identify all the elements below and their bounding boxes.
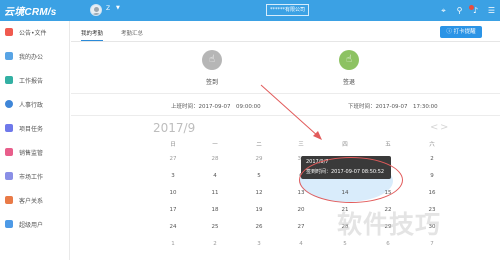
calendar-day[interactable]: 7 — [423, 241, 441, 247]
calendar-day[interactable]: 4 — [206, 173, 224, 179]
calendar-day[interactable]: 2 — [206, 241, 224, 247]
office-icon — [5, 52, 13, 60]
sign-out-time: 下班时间：2017-09-07 17:30:00 — [348, 104, 438, 110]
punch-reminder-button[interactable]: ⓘ 打卡提醒 — [440, 26, 482, 38]
calendar-day[interactable]: 11 — [206, 190, 224, 196]
calendar-day[interactable]: 3 — [250, 241, 268, 247]
sales-icon — [5, 148, 13, 156]
weekday-header: 日 — [170, 142, 176, 148]
next-month-icon[interactable]: > — [440, 122, 448, 133]
search-icon[interactable]: ⚲ — [454, 5, 465, 16]
chevron-down-icon[interactable]: ▼ — [116, 5, 120, 11]
sidebar-item-label: 我的办公 — [19, 54, 44, 61]
sign-out-button[interactable]: ☝ — [339, 50, 359, 70]
sidebar-item-label: 人事行政 — [19, 102, 44, 109]
calendar-day[interactable]: 1 — [164, 241, 182, 247]
calendar-day[interactable]: 27 — [292, 224, 310, 230]
calendar-month: 2017/9 — [153, 121, 196, 135]
calendar-day[interactable]: 2 — [423, 156, 441, 162]
weekday-header: 四 — [342, 142, 348, 148]
calendar-day[interactable]: 26 — [250, 224, 268, 230]
sidebar-item-super-user[interactable]: 超级用户 — [0, 213, 70, 237]
calendar-day[interactable]: 4 — [292, 241, 310, 247]
hand-icon: ☝ — [345, 54, 353, 65]
divider — [71, 115, 500, 116]
calendar-day[interactable]: 27 — [164, 156, 182, 162]
weekday-header: 三 — [298, 142, 304, 148]
user-name[interactable]: Z — [106, 5, 110, 12]
weekday-header: 二 — [256, 142, 262, 148]
weekday-header: 一 — [212, 142, 218, 148]
sidebar: 公告•文件 我的办公 工作报告 人事行政 项目任务 销售监管 市场工作 客户关系… — [0, 21, 70, 260]
annotation-ellipse — [299, 157, 403, 203]
sidebar-item-customers[interactable]: 客户关系 — [0, 189, 70, 213]
calendar-day[interactable]: 29 — [250, 156, 268, 162]
sidebar-item-label: 超级用户 — [19, 222, 44, 229]
calendar-day[interactable]: 19 — [250, 207, 268, 213]
calendar-day[interactable]: 28 — [206, 156, 224, 162]
calendar-day[interactable]: 20 — [292, 207, 310, 213]
customer-icon — [5, 196, 13, 204]
hand-icon: ☝ — [208, 54, 216, 65]
calendar-day[interactable]: 24 — [164, 224, 182, 230]
superuser-icon — [5, 220, 13, 228]
sidebar-item-label: 项目任务 — [19, 126, 44, 133]
calendar-day[interactable]: 10 — [164, 190, 182, 196]
calendar-day[interactable]: 5 — [336, 241, 354, 247]
notification-badge — [469, 5, 474, 10]
sidebar-item-my-office[interactable]: 我的办公 — [0, 45, 70, 69]
sidebar-item-hr-admin[interactable]: 人事行政 — [0, 93, 70, 117]
location-icon[interactable]: ⌖ — [438, 5, 449, 16]
sidebar-item-label: 公告•文件 — [19, 30, 47, 37]
calendar-day[interactable]: 25 — [206, 224, 224, 230]
sidebar-item-label: 市场工作 — [19, 174, 44, 181]
calendar-day[interactable]: 18 — [206, 207, 224, 213]
sidebar-item-sales-supervision[interactable]: 销售监管 — [0, 141, 70, 165]
menu-icon[interactable]: ☰ — [486, 5, 497, 16]
calendar-day[interactable]: 9 — [423, 173, 441, 179]
sidebar-item-marketing[interactable]: 市场工作 — [0, 165, 70, 189]
tab-bar: 我的考勤 考勤汇总 ⓘ 打卡提醒 — [71, 21, 500, 42]
sidebar-item-work-report[interactable]: 工作报告 — [0, 69, 70, 93]
calendar-day[interactable]: 6 — [379, 241, 397, 247]
divider — [71, 93, 500, 94]
sidebar-item-label: 客户关系 — [19, 198, 44, 205]
top-bar: 云境CRM/s Z ▼ ******有限公司 ⌖ ⚲ ♪ ☰ — [0, 0, 500, 21]
report-icon — [5, 76, 13, 84]
sidebar-item-announcements[interactable]: 公告•文件 — [0, 21, 70, 45]
market-icon — [5, 172, 13, 180]
user-avatar[interactable] — [90, 4, 102, 16]
task-icon — [5, 124, 13, 132]
sidebar-item-label: 销售监管 — [19, 150, 44, 157]
sidebar-item-project-tasks[interactable]: 项目任务 — [0, 117, 70, 141]
attendance-panel: 我的考勤 考勤汇总 ⓘ 打卡提醒 ☝ 签到 ☝ 签退 上班时间：2017-09-… — [71, 21, 500, 260]
calendar-day[interactable]: 5 — [250, 173, 268, 179]
sign-in-button[interactable]: ☝ — [202, 50, 222, 70]
punch-reminder-label: 打卡提醒 — [453, 29, 476, 35]
calendar-day[interactable]: 17 — [164, 207, 182, 213]
tab-my-attendance[interactable]: 我的考勤 — [81, 29, 104, 41]
watermark-text: 软件技巧 — [337, 210, 442, 239]
sidebar-item-label: 工作报告 — [19, 78, 44, 85]
calendar-day[interactable]: 3 — [164, 173, 182, 179]
sign-in-time: 上班时间：2017-09-07 09:00:00 — [171, 104, 261, 110]
sign-in-label: 签到 — [206, 79, 219, 86]
calendar-day[interactable]: 16 — [423, 190, 441, 196]
weekday-header: 五 — [385, 142, 391, 148]
info-icon: ⓘ — [446, 29, 454, 35]
prev-month-icon[interactable]: < — [430, 122, 438, 133]
tab-attendance-summary[interactable]: 考勤汇总 — [121, 29, 143, 37]
person-icon — [5, 100, 13, 108]
app-logo[interactable]: 云境CRM/s — [4, 3, 57, 18]
announcement-icon — [5, 28, 13, 36]
calendar-day[interactable]: 12 — [250, 190, 268, 196]
weekday-header: 六 — [429, 142, 435, 148]
company-selector[interactable]: ******有限公司 — [266, 4, 310, 16]
sign-out-label: 签退 — [343, 79, 356, 86]
